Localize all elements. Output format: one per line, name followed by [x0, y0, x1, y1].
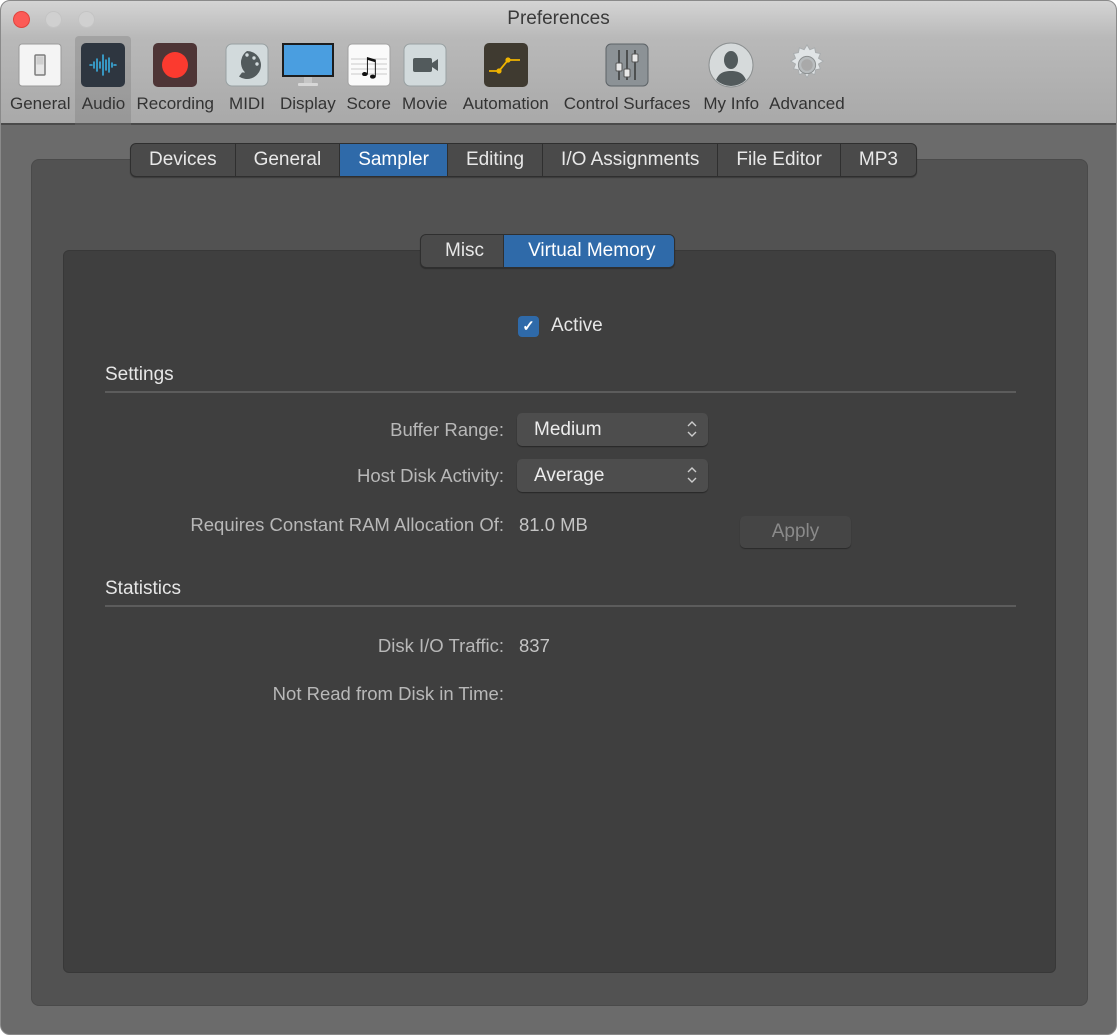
- tab-devices[interactable]: Devices: [131, 144, 236, 176]
- preferences-window: Preferences General Audio Recording MIDI…: [0, 0, 1117, 1035]
- toolbar-item-display[interactable]: Display: [275, 36, 341, 125]
- toolbar-item-midi[interactable]: MIDI: [219, 36, 275, 125]
- record-icon: [152, 42, 198, 88]
- midi-connector-icon: [224, 42, 270, 88]
- titlebar: Preferences General Audio Recording MIDI…: [1, 1, 1116, 125]
- subtab-virtual-memory[interactable]: Virtual Memory: [504, 235, 675, 267]
- switch-icon: [17, 42, 63, 88]
- toolbar-item-label: Display: [279, 94, 336, 113]
- buffer-range-popup[interactable]: Medium: [517, 413, 708, 446]
- toolbar-item-general[interactable]: General: [5, 36, 75, 125]
- toolbar-item-label: Score: [346, 94, 391, 113]
- tab-general[interactable]: General: [236, 144, 341, 176]
- statistics-divider: [105, 605, 1016, 607]
- toolbar-item-automation[interactable]: Automation: [453, 36, 559, 125]
- toolbar-item-label: Audio: [81, 94, 126, 113]
- toolbar-item-my-info[interactable]: My Info: [695, 36, 764, 125]
- statistics-section-title: Statistics: [105, 578, 182, 599]
- sampler-panel: [63, 250, 1056, 973]
- toolbar-item-label: MIDI: [229, 94, 265, 113]
- toolbar-item-label: General: [10, 94, 71, 113]
- tab-file-editor[interactable]: File Editor: [718, 144, 841, 176]
- toolbar-item-advanced[interactable]: Advanced: [764, 36, 850, 125]
- svg-text:♫: ♫: [357, 53, 380, 83]
- user-silhouette-icon: [708, 42, 754, 88]
- ram-allocation-label: Requires Constant RAM Allocation Of:: [190, 514, 504, 535]
- toolbar-item-label: Recording: [136, 94, 214, 113]
- checkmark-icon: ✓: [522, 318, 535, 335]
- preferences-toolbar: General Audio Recording MIDI Display ♫ S…: [5, 36, 850, 125]
- gear-icon: [784, 42, 830, 88]
- window-title: Preferences: [507, 8, 610, 29]
- not-read-from-disk-label: Not Read from Disk in Time:: [272, 683, 504, 704]
- waveform-icon: [80, 42, 126, 88]
- buffer-range-value: Medium: [534, 418, 602, 440]
- settings-divider: [105, 391, 1016, 393]
- tab-io-assignments[interactable]: I/O Assignments: [543, 144, 719, 176]
- toolbar-item-recording[interactable]: Recording: [131, 36, 219, 125]
- updown-chevron-icon: [687, 421, 697, 437]
- toolbar-item-label: Movie: [402, 94, 448, 113]
- monitor-icon: [281, 42, 335, 88]
- host-disk-activity-value: Average: [534, 464, 605, 486]
- faders-icon: [604, 42, 650, 88]
- buffer-range-label: Buffer Range:: [390, 419, 504, 440]
- disk-io-traffic-value: 837: [519, 635, 550, 656]
- active-checkbox-row[interactable]: ✓ Active: [518, 315, 603, 337]
- disk-io-traffic-label: Disk I/O Traffic:: [377, 635, 504, 656]
- toolbar-item-label: My Info: [703, 94, 760, 113]
- audio-tabs: Devices General Sampler Editing I/O Assi…: [130, 143, 917, 177]
- toolbar-item-label: Automation: [462, 94, 549, 113]
- host-disk-activity-popup[interactable]: Average: [517, 459, 708, 492]
- updown-chevron-icon: [687, 467, 697, 483]
- toolbar-item-control-surfaces[interactable]: Control Surfaces: [559, 36, 696, 125]
- toolbar-item-movie[interactable]: Movie: [397, 36, 453, 125]
- toolbar-item-label: Control Surfaces: [563, 94, 691, 113]
- host-disk-activity-label: Host Disk Activity:: [357, 465, 504, 486]
- toolbar-item-score[interactable]: ♫ Score: [341, 36, 397, 125]
- apply-button[interactable]: Apply: [740, 516, 851, 548]
- toolbar-item-audio[interactable]: Audio: [75, 36, 132, 125]
- video-camera-icon: [402, 42, 448, 88]
- automation-curve-icon: [483, 42, 529, 88]
- settings-section-title: Settings: [105, 364, 174, 385]
- active-checkbox-label: Active: [551, 315, 603, 336]
- tab-editing[interactable]: Editing: [448, 144, 544, 176]
- ram-allocation-value: 81.0 MB: [519, 514, 588, 535]
- sampler-subtabs: Misc Virtual Memory: [420, 234, 676, 268]
- music-note-icon: ♫: [346, 42, 392, 88]
- tab-mp3[interactable]: MP3: [841, 144, 916, 176]
- toolbar-item-label: Advanced: [769, 94, 845, 113]
- subtab-misc[interactable]: Misc: [421, 235, 505, 267]
- active-checkbox[interactable]: ✓: [518, 315, 539, 337]
- tab-sampler[interactable]: Sampler: [340, 144, 448, 176]
